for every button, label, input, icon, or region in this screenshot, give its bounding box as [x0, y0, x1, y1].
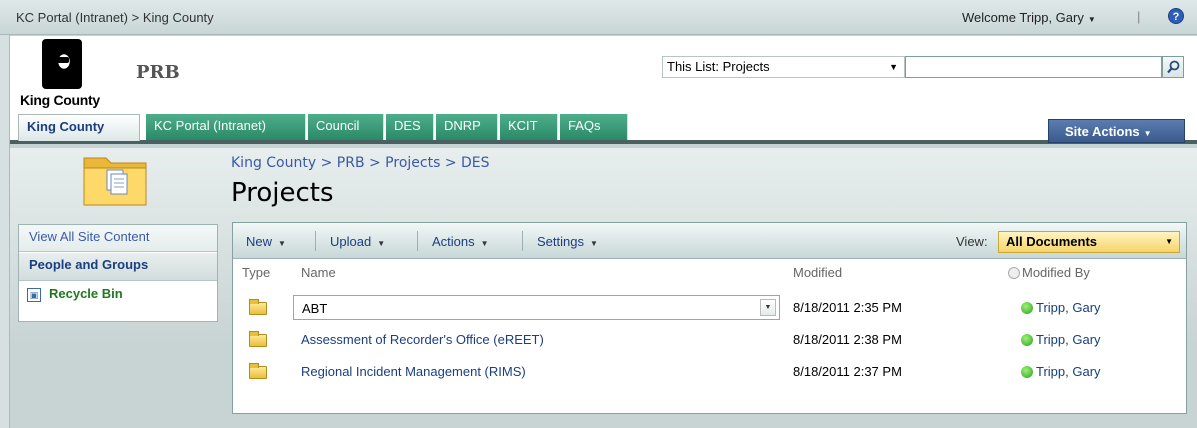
breadcrumb-separator: >: [131, 10, 140, 25]
view-all-site-content-link[interactable]: View All Site Content: [19, 225, 217, 252]
quick-launch-panel: View All Site Content People and Groups …: [18, 224, 218, 322]
actions-menu[interactable]: Actions ▼: [432, 234, 489, 249]
item-name[interactable]: Regional Incident Management (RIMS): [301, 364, 526, 379]
divider: |: [1137, 9, 1141, 24]
chevron-down-icon: ▼: [589, 239, 598, 248]
item-name[interactable]: Assessment of Recorder's Office (eREET): [301, 332, 544, 347]
search-scope-select[interactable]: This List: Projects ▼: [662, 56, 905, 78]
presence-icon: [1008, 267, 1020, 279]
item-modified-by-name[interactable]: Tripp, Gary: [1036, 332, 1101, 347]
global-breadcrumb-bar: KC Portal (Intranet) > King County Welco…: [0, 0, 1197, 35]
column-header-modified[interactable]: Modified: [793, 265, 842, 280]
chevron-down-icon: ▼: [1165, 237, 1173, 246]
page-title: Projects: [231, 178, 334, 208]
chevron-down-icon: ▼: [278, 239, 286, 248]
item-modified-by[interactable]: Tripp, Gary: [1021, 364, 1101, 379]
tab-kcit[interactable]: KCIT: [500, 114, 558, 140]
chevron-down-icon: ▼: [480, 239, 489, 248]
search-input[interactable]: [905, 56, 1162, 78]
recycle-bin-label: Recycle Bin: [49, 286, 123, 301]
breadcrumb-link-portal[interactable]: KC Portal (Intranet): [16, 10, 128, 25]
folder-icon: [249, 331, 267, 347]
toolbar-divider: [522, 231, 523, 251]
left-page-border: [0, 0, 10, 428]
item-modified-by-name[interactable]: Tripp, Gary: [1036, 364, 1101, 379]
upload-label: Upload: [330, 234, 372, 249]
actions-label: Actions: [432, 234, 475, 249]
site-actions-label: Site Actions: [1065, 124, 1140, 139]
table-row[interactable]: ABT ▼ 8/18/2011 2:35 PM Tripp, Gary: [233, 293, 1186, 323]
king-county-logo-icon[interactable]: [42, 39, 82, 89]
upload-menu[interactable]: Upload ▼: [330, 234, 385, 249]
tab-dnrp[interactable]: DNRP: [436, 114, 498, 140]
view-select[interactable]: All Documents ▼: [998, 231, 1180, 253]
presence-online-icon[interactable]: [1021, 366, 1033, 378]
search-button[interactable]: [1162, 56, 1184, 78]
page-breadcrumb[interactable]: King County > PRB > Projects > DES: [231, 155, 490, 171]
welcome-menu[interactable]: Welcome Tripp, Gary ▼: [962, 10, 1096, 25]
item-modified-by-name[interactable]: Tripp, Gary: [1036, 300, 1101, 315]
presence-online-icon[interactable]: [1021, 302, 1033, 314]
document-library-folder-icon: [83, 157, 147, 206]
chevron-down-icon: ▼: [1143, 129, 1152, 138]
global-breadcrumb: KC Portal (Intranet) > King County: [16, 10, 214, 25]
column-header-modified-by-label: Modified By: [1022, 265, 1090, 280]
search-scope-value: This List: Projects: [667, 59, 770, 74]
recycle-bin-icon: ▣: [27, 288, 41, 302]
site-actions-button[interactable]: Site Actions ▼: [1048, 119, 1185, 143]
new-menu[interactable]: New ▼: [246, 234, 286, 249]
tab-king-county[interactable]: King County: [18, 114, 140, 141]
chevron-down-icon: ▼: [889, 62, 898, 72]
item-menu-dropdown-icon[interactable]: ▼: [760, 299, 776, 316]
search-icon: [1167, 60, 1180, 74]
welcome-text: Welcome Tripp, Gary: [962, 10, 1084, 25]
item-name[interactable]: ABT: [302, 301, 327, 316]
item-modified-by[interactable]: Tripp, Gary: [1021, 332, 1101, 347]
toolbar-divider: [417, 231, 418, 251]
new-label: New: [246, 234, 273, 249]
column-header-modified-by[interactable]: Modified By: [1008, 265, 1090, 280]
help-icon[interactable]: ?: [1168, 8, 1184, 24]
document-list-panel: New ▼ Upload ▼ Actions ▼ Settings ▼ View: Al…: [232, 222, 1187, 414]
presence-online-icon[interactable]: [1021, 334, 1033, 346]
item-name-selected[interactable]: ABT ▼: [293, 295, 780, 320]
view-select-value: All Documents: [1006, 234, 1098, 249]
recycle-bin-link[interactable]: ▣ Recycle Bin: [19, 282, 217, 310]
item-modified: 8/18/2011 2:37 PM: [793, 364, 902, 379]
settings-label: Settings: [537, 234, 584, 249]
site-title[interactable]: PRB: [136, 62, 180, 83]
column-header-name[interactable]: Name: [301, 265, 336, 280]
tab-des[interactable]: DES: [386, 114, 434, 140]
list-toolbar: New ▼ Upload ▼ Actions ▼ Settings ▼ View: Al…: [233, 223, 1186, 259]
tab-faqs[interactable]: FAQs: [560, 114, 628, 140]
toolbar-divider: [315, 231, 316, 251]
breadcrumb-link-king-county[interactable]: King County: [143, 10, 214, 25]
table-row[interactable]: Assessment of Recorder's Office (eREET) …: [233, 325, 1186, 355]
column-header-type[interactable]: Type: [242, 265, 270, 280]
item-modified-by[interactable]: Tripp, Gary: [1021, 300, 1101, 315]
tab-council[interactable]: Council: [308, 114, 384, 140]
folder-icon: [249, 299, 267, 315]
settings-menu[interactable]: Settings ▼: [537, 234, 598, 249]
table-row[interactable]: Regional Incident Management (RIMS) 8/18…: [233, 357, 1186, 387]
people-and-groups-link[interactable]: People and Groups: [19, 253, 217, 281]
item-modified: 8/18/2011 2:35 PM: [793, 300, 902, 315]
logo-text: King County: [20, 92, 100, 108]
tab-kc-portal[interactable]: KC Portal (Intranet): [146, 114, 306, 140]
chevron-down-icon: ▼: [1087, 15, 1096, 24]
folder-icon: [249, 363, 267, 379]
view-label: View:: [956, 234, 988, 249]
item-modified: 8/18/2011 2:38 PM: [793, 332, 902, 347]
chevron-down-icon: ▼: [377, 239, 386, 248]
